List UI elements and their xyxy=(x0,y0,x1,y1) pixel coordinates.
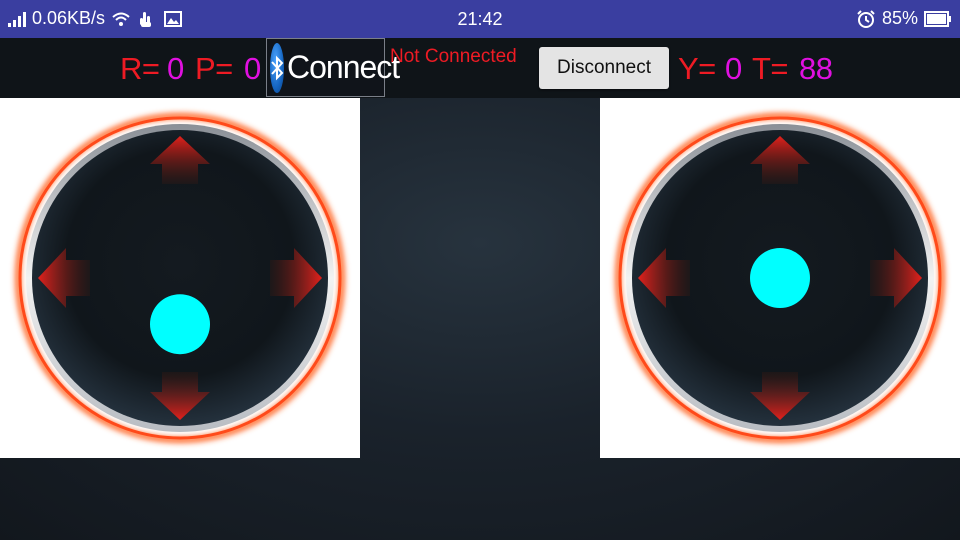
right-joystick-panel[interactable] xyxy=(600,98,960,458)
status-bar: 0.06KB/s 21:42 85% xyxy=(0,0,960,38)
roll-label: R= xyxy=(120,51,160,86)
alarm-icon xyxy=(857,9,875,28)
connect-label: Connect xyxy=(287,49,400,85)
connection-status: Not Connected xyxy=(390,46,517,67)
joystick-knob[interactable] xyxy=(150,294,210,355)
connect-button[interactable]: Connect xyxy=(266,38,400,97)
yaw-value: 0 xyxy=(725,51,742,86)
roll-value: 0 xyxy=(167,51,184,86)
left-joystick-panel[interactable] xyxy=(0,98,360,458)
pitch-value: 0 xyxy=(244,51,261,86)
disconnect-button[interactable]: Disconnect xyxy=(539,47,669,89)
joystick-knob[interactable] xyxy=(750,248,810,308)
battery-icon xyxy=(924,10,951,27)
clock: 21:42 xyxy=(457,9,503,29)
bluetooth-icon xyxy=(270,42,284,93)
throttle-value: 88 xyxy=(799,51,833,86)
throttle-label: T= xyxy=(752,51,789,86)
pitch-label: P= xyxy=(195,51,233,86)
yaw-label: Y= xyxy=(678,51,716,86)
left-joystick[interactable] xyxy=(0,98,360,458)
battery-percent: 85% xyxy=(881,8,918,28)
right-joystick[interactable] xyxy=(600,98,960,458)
